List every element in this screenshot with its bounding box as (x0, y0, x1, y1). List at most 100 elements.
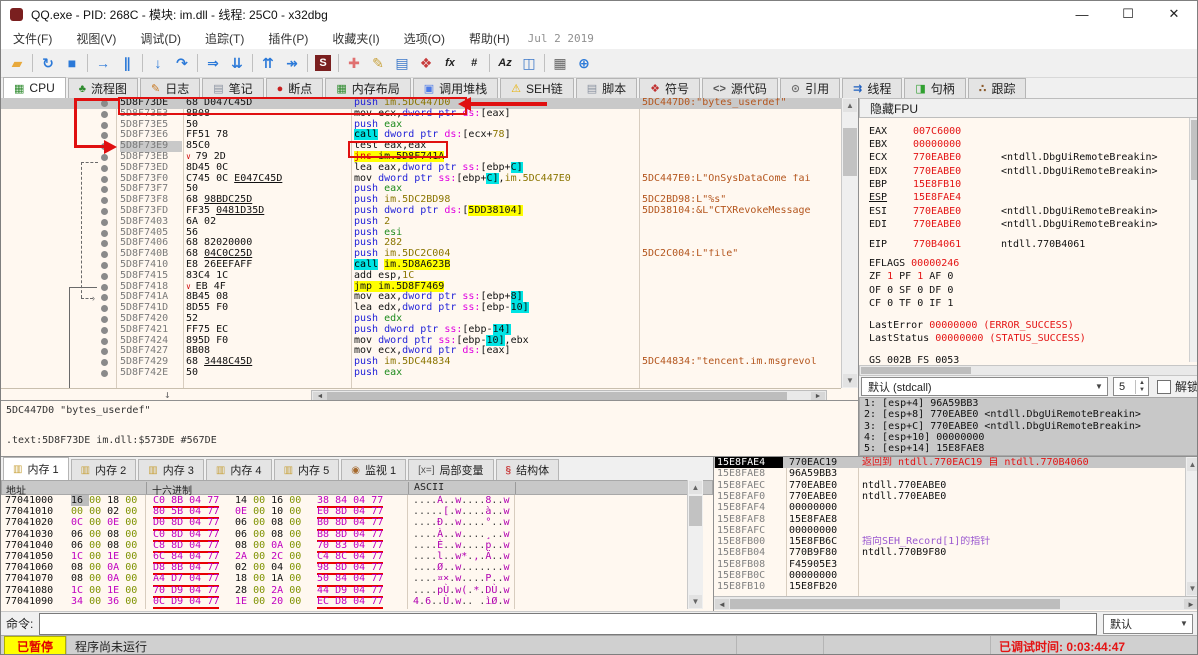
menu-item-h[interactable]: 帮助(H) (457, 30, 522, 47)
run-to-user-code-icon[interactable]: ↠ (280, 52, 304, 74)
dump-tab-内存-4[interactable]: ▥ 内存 4 (205, 459, 272, 480)
menu-item-o[interactable]: 选项(O) (392, 30, 457, 47)
dump-tab-内存-3[interactable]: ▥ 内存 3 (138, 459, 204, 480)
register-row[interactable]: ESI 770EABE0 <ntdll.DbgUiRemoteBreakin> (869, 206, 1158, 218)
breakpoint-dot-icon[interactable] (101, 240, 108, 248)
register-row[interactable]: EBP 15E8FB10 (869, 179, 1001, 191)
scroll-up-icon[interactable]: ▲ (843, 99, 857, 112)
breakpoint-dot-icon[interactable] (101, 294, 108, 302)
run-to-cursor-icon[interactable]: ⇊ (225, 52, 249, 74)
breakpoint-dot-icon[interactable] (101, 110, 108, 118)
close-button[interactable]: ✕ (1151, 1, 1197, 27)
breakpoint-dot-icon[interactable] (101, 316, 108, 323)
stack-row[interactable]: 15E8FB0C 00000000 (714, 570, 1185, 581)
register-row[interactable]: ECX 770EABE0 <ntdll.DbgUiRemoteBreakin> (869, 152, 1158, 164)
minimize-button[interactable]: — (1059, 1, 1105, 27)
flags-row[interactable]: OF 0 SF 0 DF 0 (869, 285, 953, 297)
dump-row[interactable]: 77041000 16 00 18 00 C0 8B 04 77 14 00 16 0… (1, 495, 687, 509)
restart-icon[interactable]: ↻ (36, 52, 60, 74)
disasm-row[interactable]: 5D8F742E 50 push eax (1, 367, 841, 379)
scroll-up-icon[interactable]: ▲ (1187, 458, 1197, 471)
scroll-down-icon[interactable]: ▼ (1187, 582, 1197, 595)
breakpoint-dot-icon[interactable] (101, 305, 108, 313)
register-row[interactable]: EIP 770B4061 ntdll.770B4061 (869, 239, 1085, 251)
tab-引用[interactable]: ⊙ 引用 (779, 78, 841, 98)
breakpoint-dot-icon[interactable] (101, 262, 108, 269)
tab-流程图[interactable]: ♣ 流程图 (67, 78, 138, 98)
stack-row[interactable]: 15E8FAF0 770EABE0 ntdll.770EABE0 (714, 491, 1185, 502)
argument-count-stepper[interactable]: 5 ▲ ▼ (1112, 377, 1149, 396)
breakpoint-dot-icon[interactable] (101, 175, 108, 183)
scroll-up-icon[interactable]: ▲ (689, 481, 702, 494)
dump-row[interactable]: 77041080 1C 00 1E 00 70 D9 04 77 28 00 2A 0… (1, 585, 687, 598)
dump-tab-局部变量[interactable]: [x=] 局部变量 (408, 459, 494, 480)
scroll-thumb[interactable] (730, 599, 1060, 609)
breakpoint-dot-icon[interactable] (101, 121, 108, 129)
comment-icon[interactable]: ✎ (366, 52, 390, 74)
breakpoint-dot-icon[interactable] (101, 143, 108, 151)
step-into-icon[interactable]: ↓ (146, 52, 170, 74)
breakpoint-dot-icon[interactable] (101, 100, 108, 107)
dump-row[interactable]: 77041040 06 00 08 00 C8 8D 04 77 08 00 0A 0… (1, 540, 687, 553)
stack-row[interactable]: 15E8FAF4 00000000 (714, 502, 1185, 513)
stack-panel[interactable]: 15E8FAE4 770EAC19 返回到 ntdll.770EAC19 自 ntd… (713, 456, 1197, 611)
stack-horizontal-scrollbar[interactable]: ◄ ► (714, 596, 1197, 610)
dump-row[interactable]: 77041020 0C 00 0E 00 D0 8D 04 77 06 00 08 0… (1, 517, 687, 531)
breakpoint-dot-icon[interactable] (101, 208, 108, 215)
tab-跟踪[interactable]: ∴ 跟踪 (967, 78, 1027, 98)
tab-断点[interactable]: ● 断点 (265, 78, 324, 98)
scroll-right-icon[interactable]: ► (1184, 599, 1197, 609)
tab-句柄[interactable]: ◨ 句柄 (904, 78, 966, 98)
register-row[interactable]: ESP 15E8FAE4 (869, 192, 1001, 204)
globe-icon[interactable]: ⊕ (572, 52, 596, 74)
stack-row[interactable]: 15E8FAFC 00000000 (714, 525, 1185, 536)
register-row[interactable]: EDX 770EABE0 <ntdll.DbgUiRemoteBreakin> (869, 166, 1158, 178)
step-out-icon[interactable]: ⇈ (256, 52, 280, 74)
tab-线程[interactable]: ⇉ 线程 (842, 78, 903, 98)
menu-item-t[interactable]: 追踪(T) (193, 30, 256, 47)
dump-row[interactable]: 77041060 08 00 0A 00 D8 8B 04 77 02 00 04 0… (1, 562, 687, 576)
breakpoint-dot-icon[interactable] (101, 197, 108, 205)
dump-tab-结构体[interactable]: § 结构体 (495, 459, 560, 480)
argument-row[interactable]: 1: [esp+4] 96A59BB3 (860, 398, 1197, 409)
breakpoint-dot-icon[interactable] (101, 251, 108, 259)
stack-row[interactable]: 15E8FB10 15E8FB20 (714, 581, 1185, 592)
dump-row[interactable]: 77041050 1C 00 1E 00 6C 84 04 77 2A 00 2C 0… (1, 551, 687, 565)
stack-vertical-scrollbar[interactable]: ▲ ▼ (1185, 457, 1197, 596)
checkbox-icon[interactable] (1156, 379, 1171, 394)
tab-调用堆栈[interactable]: ▣ 调用堆栈 (412, 78, 499, 98)
pause-icon[interactable]: ∥ (115, 52, 139, 74)
register-row[interactable]: EBX 00000000 (869, 139, 1001, 151)
scroll-down-icon[interactable]: ▼ (843, 374, 857, 387)
attach-icon[interactable]: ◫ (517, 52, 541, 74)
open-file-icon[interactable]: ▰ (5, 52, 29, 74)
spinner-arrows-icon[interactable]: ▲ ▼ (1134, 379, 1148, 394)
stack-row[interactable]: 15E8FB00 15E8FB6C 指向SEH_Record[1]的指针 (714, 536, 1185, 547)
argument-row[interactable]: 4: [esp+10] 00000000 (860, 432, 1197, 443)
last-error-row[interactable]: LastStatus 00000000 (STATUS_SUCCESS) (869, 333, 1086, 345)
registers-scrollbar[interactable] (1189, 118, 1197, 362)
tab-笔记[interactable]: ▤ 笔记 (202, 78, 264, 98)
breakpoint-dot-icon[interactable] (101, 337, 108, 345)
unlock-checkbox[interactable]: 解锁 (1156, 378, 1197, 395)
command-input[interactable] (39, 612, 1097, 635)
registers-horizontal-scrollbar[interactable] (859, 365, 1197, 376)
eflags-row[interactable]: EFLAGS 00000246 (869, 258, 959, 270)
flags-row[interactable]: CF 0 TF 0 IF 1 (869, 298, 953, 310)
dump-tab-内存-1[interactable]: ▥ 内存 1 (3, 457, 69, 480)
step-over-icon[interactable]: ↷ (170, 52, 194, 74)
argument-row[interactable]: 5: [esp+14] 15E8FAE8 (860, 443, 1197, 454)
flags-row[interactable]: ZF 1 PF 1 AF 0 (869, 271, 953, 283)
tab-日志[interactable]: ✎ 日志 (139, 78, 201, 98)
calling-convention-select[interactable]: 默认 (stdcall) ▼ (861, 377, 1108, 396)
disasm-row[interactable]: 5D8F7415 83C4 1C add esp,1C (1, 270, 841, 282)
scroll-left-icon[interactable]: ◄ (715, 599, 729, 609)
breakpoint-dot-icon[interactable] (101, 326, 108, 334)
dump-row[interactable]: 77041090 34 00 36 00 0C D9 04 77 1E 00 20 0… (1, 596, 687, 609)
stack-row[interactable]: 15E8FAF8 15E8FAE8 (714, 514, 1185, 525)
label-icon[interactable]: ▤ (390, 52, 414, 74)
stack-row[interactable]: 15E8FAE8 96A59BB3 (714, 468, 1185, 479)
menu-item-p[interactable]: 插件(P) (256, 30, 320, 47)
breakpoint-dot-icon[interactable] (101, 218, 108, 226)
dump-tab-内存-5[interactable]: ▥ 内存 5 (273, 459, 340, 480)
